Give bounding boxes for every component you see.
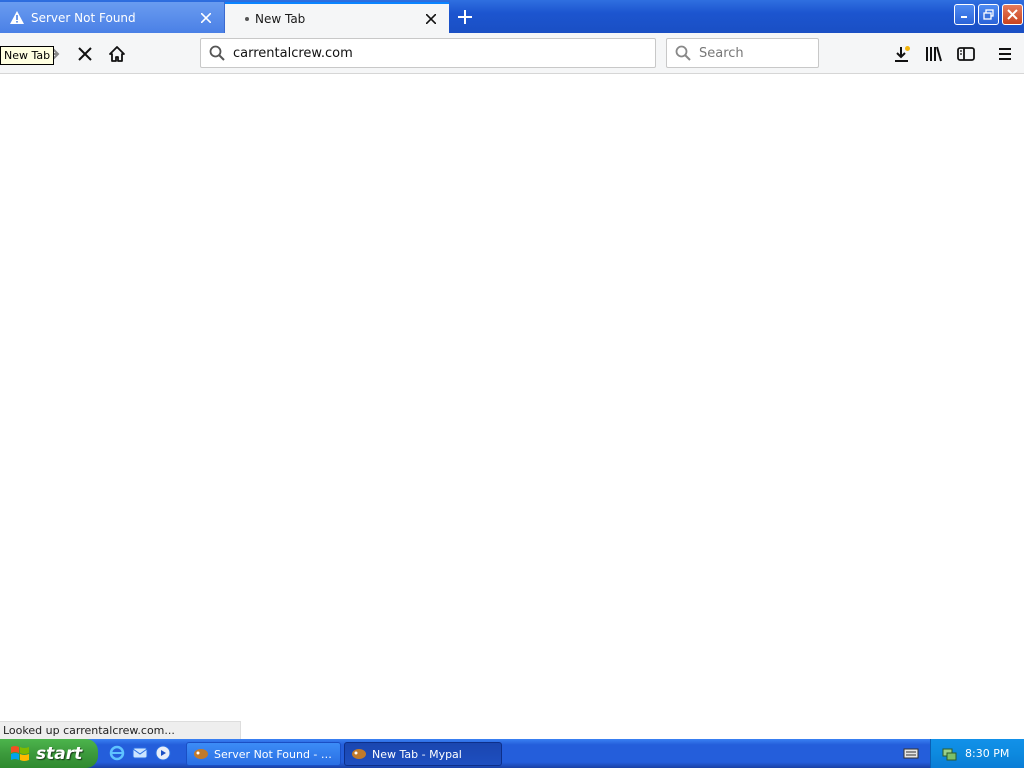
tab-title: New Tab bbox=[255, 11, 306, 26]
search-bar[interactable]: Search bbox=[666, 38, 819, 68]
taskbar-item-label: Server Not Found - M... bbox=[214, 747, 340, 761]
home-button[interactable] bbox=[104, 41, 130, 67]
close-tab-icon[interactable] bbox=[196, 8, 216, 28]
library-button[interactable] bbox=[921, 41, 947, 67]
taskbar-item-server-not-found[interactable]: Server Not Found - M... bbox=[186, 742, 341, 766]
tab-server-not-found[interactable]: Server Not Found bbox=[0, 2, 225, 33]
tab-title: Server Not Found bbox=[31, 10, 136, 25]
email-icon[interactable] bbox=[132, 745, 148, 761]
network-icon[interactable] bbox=[941, 746, 957, 762]
search-icon bbox=[209, 45, 225, 61]
warning-icon bbox=[9, 10, 25, 26]
clock: 8:30 PM bbox=[965, 747, 1010, 760]
search-icon bbox=[675, 45, 691, 61]
tab-new-tab[interactable]: New Tab bbox=[225, 2, 449, 33]
menu-button[interactable] bbox=[992, 41, 1018, 67]
close-tab-icon[interactable] bbox=[421, 9, 441, 29]
status-text: Looked up carrentalcrew.com... bbox=[0, 721, 241, 739]
sidebar-button[interactable] bbox=[953, 41, 979, 67]
media-player-icon[interactable] bbox=[155, 745, 171, 761]
loading-dot-icon bbox=[245, 16, 249, 21]
ie-icon[interactable] bbox=[109, 745, 125, 761]
tooltip: New Tab bbox=[0, 46, 55, 65]
tab-strip: Server Not Found New Tab bbox=[0, 0, 1024, 33]
taskbar-item-label: New Tab - Mypal bbox=[372, 747, 462, 761]
search-placeholder: Search bbox=[699, 45, 744, 61]
close-window-button[interactable] bbox=[1002, 4, 1023, 25]
taskbar-item-new-tab[interactable]: New Tab - Mypal bbox=[344, 742, 502, 766]
downloads-button[interactable] bbox=[889, 41, 915, 67]
windows-logo-icon bbox=[10, 745, 30, 763]
stop-button[interactable] bbox=[72, 41, 98, 67]
restore-button[interactable] bbox=[978, 4, 999, 25]
browser-icon bbox=[351, 747, 367, 761]
start-button[interactable]: start bbox=[0, 739, 98, 768]
start-label: start bbox=[36, 743, 83, 764]
browser-icon bbox=[193, 747, 209, 761]
system-tray: 8:30 PM bbox=[930, 739, 1024, 768]
taskbar: start Server Not Found - M... New Tab - … bbox=[0, 739, 1024, 768]
minimize-button[interactable] bbox=[954, 4, 975, 25]
new-tab-button[interactable] bbox=[453, 5, 477, 29]
nav-bar: carrentalcrew.com Search bbox=[0, 33, 1024, 74]
url-bar[interactable]: carrentalcrew.com bbox=[200, 38, 656, 68]
page-content bbox=[0, 74, 1024, 721]
keyboard-icon[interactable] bbox=[903, 746, 919, 760]
url-text: carrentalcrew.com bbox=[233, 45, 353, 61]
